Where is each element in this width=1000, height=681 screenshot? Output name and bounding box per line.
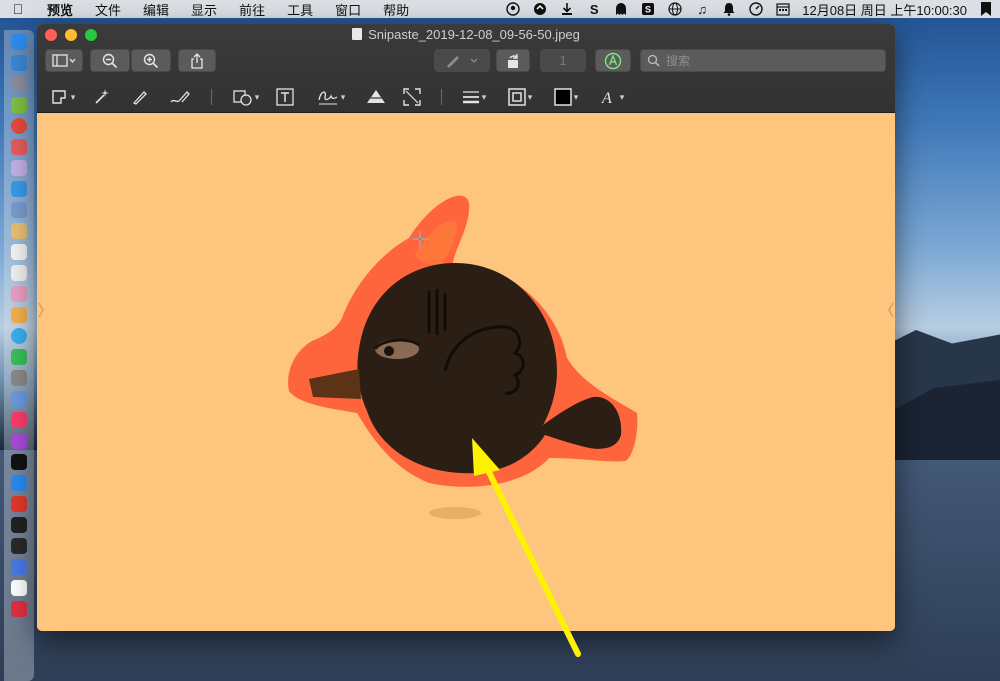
arrow-head <box>472 438 500 476</box>
yellow-arrow-annotation <box>472 438 581 657</box>
arrow-shaft <box>485 467 581 657</box>
